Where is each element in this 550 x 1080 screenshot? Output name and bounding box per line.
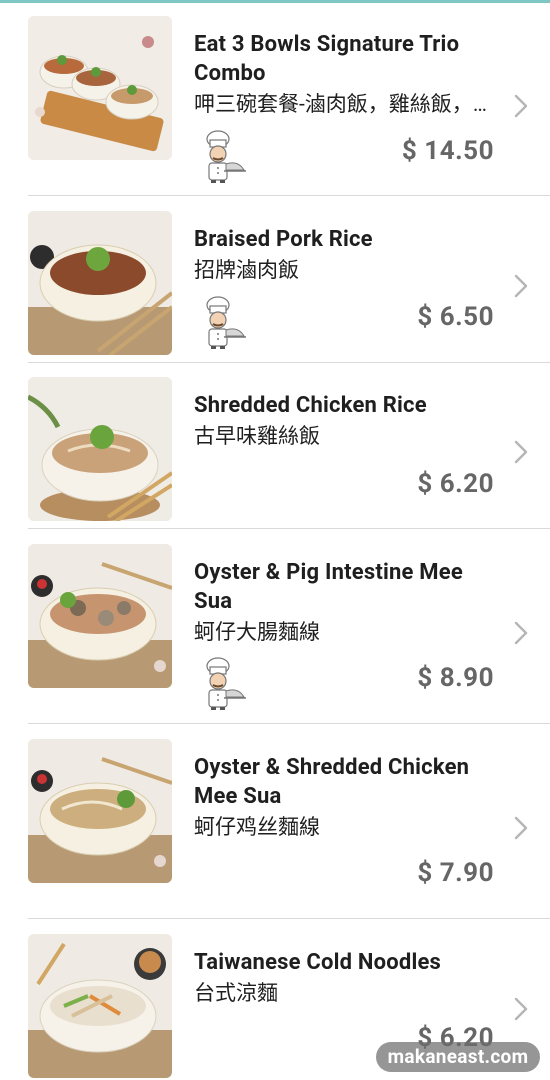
dish-image [28,16,172,160]
chevron-right-icon [510,814,532,842]
dish-name-en: Braised Pork Rice [194,227,373,252]
dish-price: $ 6.20 [417,469,494,499]
chef-icon [198,296,248,350]
dish-price: $ 6.50 [417,302,494,332]
dish-name-zh: 蚵仔鸡丝麵線 [194,816,320,840]
dish-name-en: Eat 3 Bowls Signature Trio Combo [194,32,460,86]
dish-image [28,934,172,1078]
dish-name-zh: 古早味雞絲飯 [194,425,320,449]
dish-name-en: Shredded Chicken Rice [194,393,427,418]
dish-name-zh: 呷三碗套餐-滷肉飯，雞絲飯，大腸麵線 [194,93,494,117]
dish-name-zh: 招牌滷肉飯 [194,259,299,283]
dish-name-en: Oyster & Shredded Chicken Mee Sua [194,755,470,809]
dish-price: $ 8.90 [417,663,494,693]
menu-item-trio-combo[interactable]: Eat 3 Bowls Signature Trio Combo 呷三碗套餐-滷… [0,0,550,196]
chef-icon [198,130,248,184]
chef-icon [198,657,248,711]
chevron-right-icon [510,438,532,466]
dish-name-en: Taiwanese Cold Noodles [194,950,442,975]
chevron-right-icon [510,619,532,647]
menu-item-oyster-shredded-chicken-mee-sua[interactable]: Oyster & Shredded Chicken Mee Sua 蚵仔鸡丝麵線… [0,724,550,919]
chevron-right-icon [510,272,532,300]
menu-item-oyster-pig-intestine-mee-sua[interactable]: Oyster & Pig Intestine Mee Sua 蚵仔大腸麵線 $ … [0,529,550,724]
dish-image [28,739,172,883]
dish-price: $ 7.90 [417,858,494,888]
chevron-right-icon [510,995,532,1023]
menu-item-braised-pork-rice[interactable]: Braised Pork Rice 招牌滷肉飯 $ 6.50 [0,196,550,363]
watermark: makaneast.com [376,1042,540,1072]
dish-image [28,211,172,355]
dish-image [28,544,172,688]
dish-image [28,377,172,521]
menu-item-shredded-chicken-rice[interactable]: Shredded Chicken Rice 古早味雞絲飯 $ 6.20 [0,363,550,529]
chevron-right-icon [510,92,532,120]
dish-name-zh: 蚵仔大腸麵線 [194,621,320,645]
dish-name-en: Oyster & Pig Intestine Mee Sua [194,560,463,614]
dish-name-zh: 台式涼麵 [194,982,278,1006]
dish-price: $ 14.50 [401,136,494,166]
